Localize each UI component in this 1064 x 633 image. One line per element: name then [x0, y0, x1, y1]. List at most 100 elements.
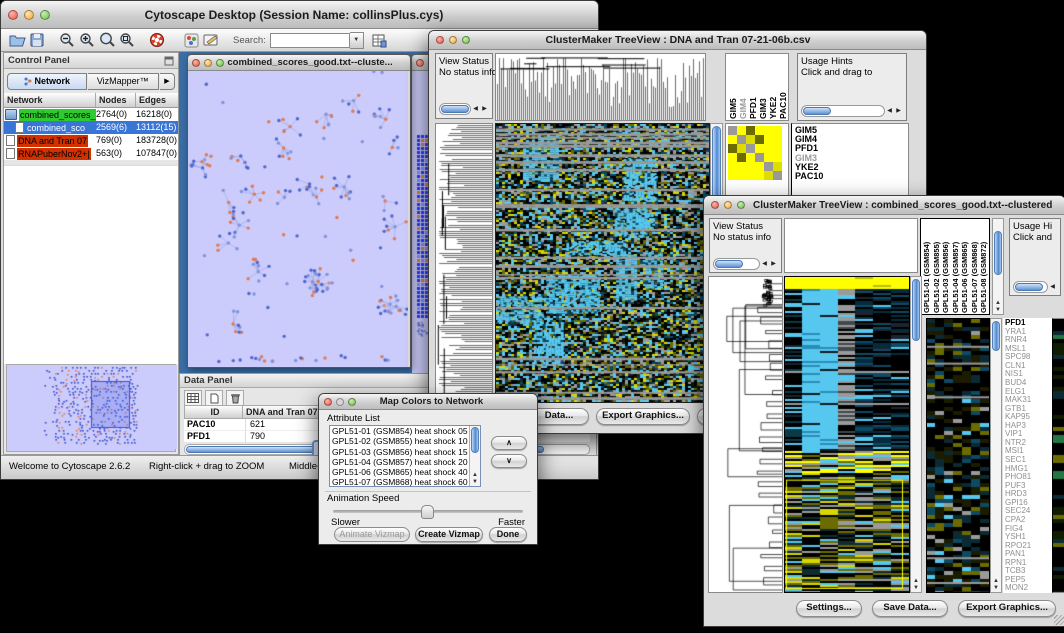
col-edges[interactable]: Edges [136, 93, 178, 107]
treeview1-titlebar[interactable]: ClusterMaker TreeView : DNA and Tran 07-… [429, 31, 926, 50]
tv2-zoom-scrollbar[interactable]: ▲▼ [990, 318, 1002, 593]
select-attributes-icon[interactable] [184, 390, 202, 406]
float-panel-icon[interactable] [164, 56, 174, 66]
similarity-cell [773, 144, 782, 153]
similarity-cell [737, 126, 746, 135]
tv1-heatmap[interactable] [495, 123, 710, 403]
network-a-title: combined_scores_good.txt--cluste... [224, 57, 396, 68]
view-status-scrollbar[interactable]: ◀▶ [713, 258, 778, 270]
birdseye-view[interactable] [6, 364, 176, 452]
similarity-cell [755, 153, 764, 162]
treeview2-titlebar[interactable]: ClusterMaker TreeView : combined_scores_… [704, 196, 1064, 215]
view-status-title: View Status [713, 221, 778, 232]
view-status-scrollbar[interactable]: ◀▶ [439, 103, 489, 115]
search-dropdown-button[interactable]: ▼ [350, 32, 364, 49]
tv2-heatmap[interactable] [784, 276, 910, 593]
resize-grip[interactable] [1054, 615, 1064, 625]
export-graphics-button[interactable]: Export Graphics... [958, 600, 1056, 617]
network-manager-icon[interactable] [181, 30, 201, 50]
save-data-button[interactable]: Data... [529, 408, 589, 425]
column-label: GPL51-06 (GSM865) [960, 220, 969, 313]
close-button[interactable] [324, 398, 332, 406]
tv2-row-dendrogram[interactable] [708, 276, 783, 593]
tv2-zoom-heatmap[interactable] [926, 318, 990, 593]
screen: Cytoscape Desktop (Session Name: collins… [0, 0, 1064, 633]
annotation-icon[interactable] [201, 30, 221, 50]
attribute-list-item[interactable]: GPL51-06 (GSM865) heat shock 40 min [332, 467, 480, 477]
birdseye-canvas[interactable] [7, 365, 177, 449]
help-lifering-icon[interactable] [147, 30, 167, 50]
zoom-button[interactable] [737, 201, 745, 209]
zoom-button[interactable] [348, 398, 356, 406]
zoom-button[interactable] [40, 10, 50, 20]
control-panel-title: Control Panel [8, 55, 70, 66]
open-session-icon[interactable] [7, 30, 27, 50]
attribute-list-label: Attribute List [327, 413, 380, 424]
network-list-row[interactable]: DNA and Tran 07769(0)183728(0) [4, 134, 178, 147]
tv1-row-dendrogram[interactable] [435, 123, 493, 403]
close-button[interactable] [711, 201, 719, 209]
more-tabs-button[interactable]: ▶ [160, 73, 175, 90]
similarity-cell [737, 153, 746, 162]
tv2-top-dendrogram[interactable] [784, 218, 918, 273]
minimize-button[interactable] [449, 36, 457, 44]
zoom-selected-icon[interactable] [97, 30, 117, 50]
network-name: combined_scores_ [19, 109, 96, 121]
attribute-list-item[interactable]: GPL51-01 (GSM854) heat shock 05 min [332, 426, 480, 436]
animation-speed-label: Animation Speed [327, 493, 399, 504]
settings-button[interactable]: Settings... [796, 600, 862, 617]
col-nodes[interactable]: Nodes [96, 93, 136, 107]
network-a-titlebar[interactable]: combined_scores_good.txt--cluste... [188, 55, 410, 71]
attribute-list-item[interactable]: GPL51-04 (GSM857) heat shock 20 min [332, 457, 480, 467]
network-list-row[interactable]: RNAPuberNov2+|563(0)107847(0) [4, 147, 178, 160]
search-input[interactable] [270, 33, 350, 48]
attribute-list-item[interactable]: GPL51-07 (GSM868) heat shock 60 min [332, 477, 480, 487]
zoom-button[interactable] [462, 36, 470, 44]
tab-network[interactable]: Network [7, 73, 87, 90]
zoom-in-icon[interactable] [77, 30, 97, 50]
done-button[interactable]: Done [489, 527, 527, 542]
attribute-list-item[interactable]: GPL51-02 (GSM855) heat shock 10 min [332, 436, 480, 446]
tv1-top-dendrogram[interactable] [495, 53, 706, 121]
tv1-view-status: View Status No status info f ◀▶ [435, 53, 493, 119]
zoom-fit-icon[interactable] [117, 30, 137, 50]
tv1-column-labels: GIM5GIM4PFD1GIM3YKE2PAC10 [725, 53, 789, 121]
create-vizmap-button[interactable]: Create Vizmap [415, 527, 483, 542]
new-attribute-icon[interactable] [205, 390, 223, 406]
close-button[interactable] [8, 10, 18, 20]
tv2-column-labels-scrollbar[interactable]: ▲▼ [992, 218, 1004, 315]
delete-attribute-icon[interactable] [226, 390, 244, 406]
usage-hints-scrollbar[interactable]: ◀ [1013, 281, 1057, 293]
speed-slider-thumb[interactable] [421, 505, 434, 519]
save-data-button[interactable]: Save Data... [872, 600, 948, 617]
similarity-cell [728, 135, 737, 144]
tab-vizmapper[interactable]: VizMapper™ [88, 73, 159, 90]
close-button[interactable] [436, 36, 444, 44]
tv2-heatmap-scrollbar[interactable]: ▲▼ [910, 276, 922, 593]
move-up-button[interactable]: ∧ [491, 436, 527, 450]
attribute-list[interactable]: GPL51-01 (GSM854) heat shock 05 minGPL51… [329, 425, 481, 487]
zoom-button[interactable] [216, 59, 224, 67]
minimize-button[interactable] [24, 10, 34, 20]
minimize-button[interactable] [724, 201, 732, 209]
main-titlebar[interactable]: Cytoscape Desktop (Session Name: collins… [1, 1, 598, 29]
save-session-icon[interactable] [27, 30, 47, 50]
col-id[interactable]: ID [185, 406, 243, 418]
attribute-browser-icon[interactable] [370, 30, 390, 50]
column-label: GPL51-07 (GSM868) [970, 220, 979, 313]
network-list-row[interactable]: combined_sco2569(6)13112(15) [4, 121, 178, 134]
status-welcome: Welcome to Cytoscape 2.6.2 [9, 461, 130, 472]
network-canvas-a[interactable] [188, 71, 408, 367]
zoom-out-icon[interactable] [57, 30, 77, 50]
attribute-list-scrollbar[interactable]: ▲▼ [469, 426, 480, 486]
minimize-button[interactable] [204, 59, 212, 67]
network-list-row[interactable]: combined_scores_2764(0)16218(0) [4, 108, 178, 121]
export-graphics-button[interactable]: Export Graphics... [596, 408, 690, 425]
col-network[interactable]: Network [4, 93, 96, 107]
dialog-titlebar[interactable]: Map Colors to Network [319, 394, 537, 410]
move-down-button[interactable]: ∨ [491, 454, 527, 468]
close-button[interactable] [416, 59, 424, 67]
usage-hints-scrollbar[interactable]: ◀▶ [801, 105, 903, 117]
attribute-list-item[interactable]: GPL51-03 (GSM856) heat shock 15 min [332, 447, 480, 457]
close-button[interactable] [192, 59, 200, 67]
